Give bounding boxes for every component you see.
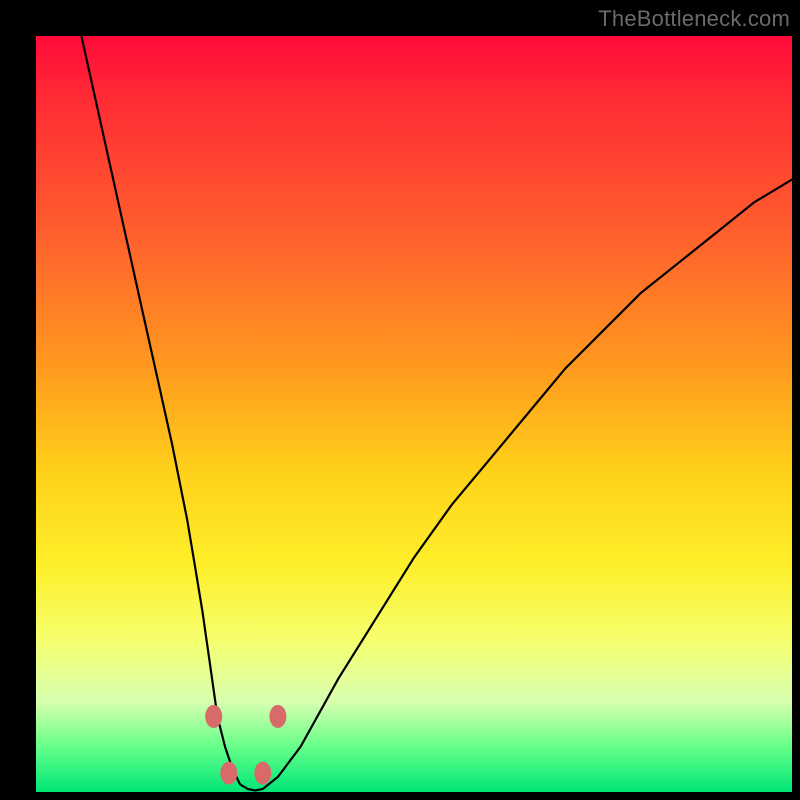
chart-frame: TheBottleneck.com: [0, 0, 800, 800]
curve-marker: [255, 762, 271, 784]
bottleneck-curve: [36, 36, 792, 792]
watermark-text: TheBottleneck.com: [598, 6, 790, 32]
curve-marker: [221, 762, 237, 784]
curve-marker: [270, 705, 286, 727]
curve-marker: [206, 705, 222, 727]
plot-area: [36, 36, 792, 792]
curve-path: [81, 36, 792, 791]
markers-group: [206, 705, 286, 784]
